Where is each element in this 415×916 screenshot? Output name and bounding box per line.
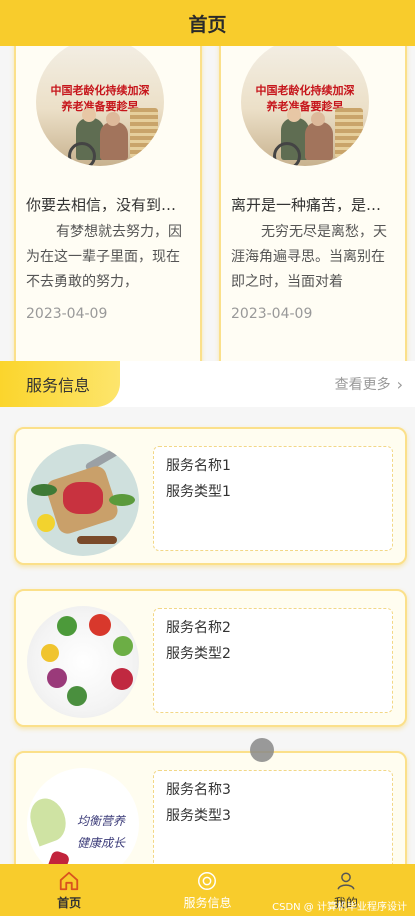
tab-label: 首页 — [57, 895, 82, 910]
service-name: 服务名称2 — [166, 620, 231, 636]
service-card[interactable]: 均衡营养 健康成长 服务名称3 服务类型3 — [14, 751, 407, 864]
service-name: 服务名称1 — [166, 458, 231, 474]
news-thumbnail: 中国老龄化持续加深 养老准备要趁早 — [241, 46, 369, 166]
news-card[interactable]: 中国老龄化持续加深 养老准备要趁早 离开是一种痛苦，是… 无穷无尽是离愁，天涯海… — [219, 46, 407, 387]
service-type: 服务类型2 — [166, 646, 231, 662]
news-title: 离开是一种痛苦，是… — [231, 196, 382, 214]
image-text: 健康成长 — [77, 836, 126, 850]
news-thumbnail: 中国老龄化持续加深 养老准备要趁早 — [36, 46, 164, 166]
service-info: 服务名称1 服务类型1 — [153, 446, 393, 551]
service-type: 服务类型1 — [166, 484, 231, 500]
service-image: 均衡营养 健康成长 — [27, 768, 139, 864]
service-type: 服务类型3 — [166, 808, 231, 824]
tab-services[interactable]: 服务信息 — [138, 864, 276, 916]
service-info: 服务名称3 服务类型3 — [153, 770, 393, 864]
thumb-headline: 中国老龄化持续加深 — [50, 84, 150, 97]
thumb-headline: 中国老龄化持续加深 — [255, 84, 355, 97]
bottom-tab-bar: 首页 服务信息 我的 CSDN @ 计算机毕业程序设计 — [0, 864, 415, 916]
app-header: 首页 — [0, 0, 415, 46]
section-tab: 服务信息 — [0, 361, 120, 407]
news-summary: 无穷无尽是离愁，天涯海角遍寻思。当离别在即之时，当面对着 — [231, 224, 387, 290]
tab-home[interactable]: 首页 — [0, 864, 138, 916]
news-summary: 有梦想就去努力，因为在这一辈子里面，现在不去勇敢的努力， — [26, 224, 182, 290]
service-name: 服务名称3 — [166, 782, 231, 798]
service-info: 服务名称2 服务类型2 — [153, 608, 393, 713]
view-more-label: 查看更多 — [334, 377, 391, 393]
news-title: 你要去相信，没有到… — [26, 196, 177, 214]
news-date: 2023-04-09 — [26, 306, 108, 322]
service-card[interactable]: 服务名称2 服务类型2 — [14, 589, 407, 727]
main-scroll[interactable]: 中国老龄化持续加深 养老准备要趁早 你要去相信，没有到… 有梦想就去努力，因为在… — [0, 46, 415, 864]
page-title: 首页 — [188, 13, 227, 36]
view-more-link[interactable]: 查看更多 › — [335, 361, 403, 407]
tab-label: 服务信息 — [183, 895, 232, 910]
chevron-right-icon: › — [396, 374, 403, 394]
watermark: CSDN @ 计算机毕业程序设计 — [272, 902, 407, 913]
service-section-header: 服务信息 查看更多 › — [0, 361, 415, 407]
user-icon — [337, 871, 355, 890]
news-row: 中国老龄化持续加深 养老准备要趁早 你要去相信，没有到… 有梦想就去努力，因为在… — [0, 46, 415, 387]
service-card[interactable]: 服务名称1 服务类型1 — [14, 427, 407, 565]
news-card[interactable]: 中国老龄化持续加深 养老准备要趁早 你要去相信，没有到… 有梦想就去努力，因为在… — [14, 46, 202, 387]
service-image — [27, 444, 139, 556]
home-icon — [59, 871, 79, 890]
tab-profile[interactable]: 我的 CSDN @ 计算机毕业程序设计 — [272, 864, 415, 916]
image-text: 均衡营养 — [77, 814, 126, 828]
floating-drag-handle[interactable] — [250, 738, 274, 762]
service-image — [27, 606, 139, 718]
section-title: 服务信息 — [26, 376, 91, 395]
news-date: 2023-04-09 — [231, 306, 313, 322]
service-icon — [198, 871, 217, 890]
